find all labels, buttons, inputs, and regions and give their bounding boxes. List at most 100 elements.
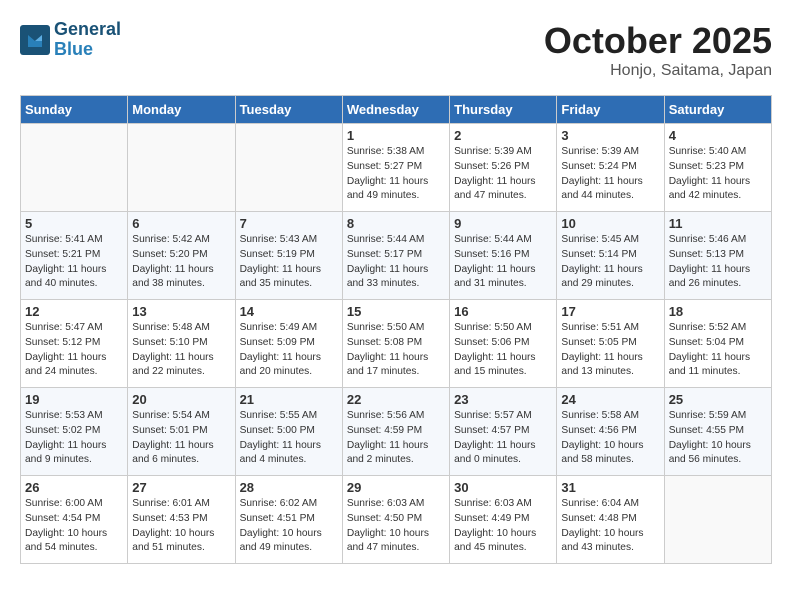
calendar-day-cell <box>21 124 128 212</box>
calendar-day-cell <box>664 476 771 564</box>
day-info: Sunrise: 5:38 AMSunset: 5:27 PMDaylight:… <box>347 145 445 204</box>
calendar-day-cell: 17 Sunrise: 5:51 AMSunset: 5:05 PMDayligh… <box>557 300 664 388</box>
day-info: Sunrise: 5:48 AMSunset: 5:10 PMDaylight:… <box>132 321 230 380</box>
day-info: Sunrise: 6:03 AMSunset: 4:50 PMDaylight:… <box>347 497 445 556</box>
calendar-day-cell: 24 Sunrise: 5:58 AMSunset: 4:56 PMDayligh… <box>557 388 664 476</box>
day-number: 26 <box>25 480 123 495</box>
month-title: October 2025 <box>544 20 772 62</box>
day-number: 30 <box>454 480 552 495</box>
day-info: Sunrise: 6:01 AMSunset: 4:53 PMDaylight:… <box>132 497 230 556</box>
day-number: 2 <box>454 128 552 143</box>
calendar-day-cell: 4 Sunrise: 5:40 AMSunset: 5:23 PMDaylight… <box>664 124 771 212</box>
weekday-header: Sunday <box>21 96 128 124</box>
day-number: 16 <box>454 304 552 319</box>
calendar-day-cell <box>128 124 235 212</box>
day-number: 28 <box>240 480 338 495</box>
calendar-day-cell: 16 Sunrise: 5:50 AMSunset: 5:06 PMDayligh… <box>450 300 557 388</box>
day-info: Sunrise: 5:55 AMSunset: 5:00 PMDaylight:… <box>240 409 338 468</box>
day-number: 21 <box>240 392 338 407</box>
calendar-day-cell: 21 Sunrise: 5:55 AMSunset: 5:00 PMDayligh… <box>235 388 342 476</box>
day-number: 27 <box>132 480 230 495</box>
calendar-day-cell: 1 Sunrise: 5:38 AMSunset: 5:27 PMDaylight… <box>342 124 449 212</box>
day-number: 18 <box>669 304 767 319</box>
day-info: Sunrise: 5:52 AMSunset: 5:04 PMDaylight:… <box>669 321 767 380</box>
calendar-day-cell: 6Sunrise: 5:42 AMSunset: 5:20 PMDaylight… <box>128 212 235 300</box>
weekday-header: Thursday <box>450 96 557 124</box>
weekday-header: Friday <box>557 96 664 124</box>
calendar-week-row: 1 Sunrise: 5:38 AMSunset: 5:27 PMDaylight… <box>21 124 772 212</box>
day-number: 12 <box>25 304 123 319</box>
day-number: 11 <box>669 216 767 231</box>
calendar-day-cell: 26 Sunrise: 6:00 AMSunset: 4:54 PMDayligh… <box>21 476 128 564</box>
day-info: Sunrise: 5:54 AMSunset: 5:01 PMDaylight:… <box>132 409 230 468</box>
day-number: 17 <box>561 304 659 319</box>
day-number: 13 <box>132 304 230 319</box>
day-info: Sunrise: 5:40 AMSunset: 5:23 PMDaylight:… <box>669 145 767 204</box>
day-number: 23 <box>454 392 552 407</box>
calendar-week-row: 12 Sunrise: 5:47 AMSunset: 5:12 PMDayligh… <box>21 300 772 388</box>
weekday-header: Wednesday <box>342 96 449 124</box>
day-info: Sunrise: 5:44 AMSunset: 5:17 PMDaylight:… <box>347 233 445 292</box>
day-info: Sunrise: 6:03 AMSunset: 4:49 PMDaylight:… <box>454 497 552 556</box>
calendar-day-cell <box>235 124 342 212</box>
day-number: 1 <box>347 128 445 143</box>
day-number: 7 <box>240 216 338 231</box>
calendar-week-row: 19Sunrise: 5:53 AMSunset: 5:02 PMDayligh… <box>21 388 772 476</box>
day-info: Sunrise: 5:39 AMSunset: 5:24 PMDaylight:… <box>561 145 659 204</box>
weekday-header: Tuesday <box>235 96 342 124</box>
day-info: Sunrise: 5:42 AMSunset: 5:20 PMDaylight:… <box>132 233 230 292</box>
calendar-day-cell: 8 Sunrise: 5:44 AMSunset: 5:17 PMDaylight… <box>342 212 449 300</box>
calendar-day-cell: 13 Sunrise: 5:48 AMSunset: 5:10 PMDayligh… <box>128 300 235 388</box>
day-info: Sunrise: 5:43 AMSunset: 5:19 PMDaylight:… <box>240 233 338 292</box>
calendar-day-cell: 18 Sunrise: 5:52 AMSunset: 5:04 PMDayligh… <box>664 300 771 388</box>
weekday-header: Monday <box>128 96 235 124</box>
logo: General Blue <box>20 20 121 60</box>
calendar-day-cell: 30 Sunrise: 6:03 AMSunset: 4:49 PMDayligh… <box>450 476 557 564</box>
calendar-day-cell: 10 Sunrise: 5:45 AMSunset: 5:14 PMDayligh… <box>557 212 664 300</box>
calendar-header-row: SundayMondayTuesdayWednesdayThursdayFrid… <box>21 96 772 124</box>
calendar-table: SundayMondayTuesdayWednesdayThursdayFrid… <box>20 95 772 564</box>
calendar-day-cell: 5 Sunrise: 5:41 AMSunset: 5:21 PMDaylight… <box>21 212 128 300</box>
day-number: 9 <box>454 216 552 231</box>
day-number: 8 <box>347 216 445 231</box>
day-number: 15 <box>347 304 445 319</box>
day-info: Sunrise: 5:58 AMSunset: 4:56 PMDaylight:… <box>561 409 659 468</box>
day-info: Sunrise: 6:02 AMSunset: 4:51 PMDaylight:… <box>240 497 338 556</box>
day-info: Sunrise: 5:46 AMSunset: 5:13 PMDaylight:… <box>669 233 767 292</box>
day-info: Sunrise: 5:53 AMSunset: 5:02 PMDaylight:… <box>25 409 123 468</box>
logo-icon <box>20 25 50 55</box>
day-number: 14 <box>240 304 338 319</box>
calendar-day-cell: 12 Sunrise: 5:47 AMSunset: 5:12 PMDayligh… <box>21 300 128 388</box>
day-info: Sunrise: 5:50 AMSunset: 5:08 PMDaylight:… <box>347 321 445 380</box>
day-info: Sunrise: 6:00 AMSunset: 4:54 PMDaylight:… <box>25 497 123 556</box>
calendar-day-cell: 20 Sunrise: 5:54 AMSunset: 5:01 PMDayligh… <box>128 388 235 476</box>
calendar-week-row: 26 Sunrise: 6:00 AMSunset: 4:54 PMDayligh… <box>21 476 772 564</box>
calendar-day-cell: 28 Sunrise: 6:02 AMSunset: 4:51 PMDayligh… <box>235 476 342 564</box>
calendar-day-cell: 11 Sunrise: 5:46 AMSunset: 5:13 PMDayligh… <box>664 212 771 300</box>
calendar-day-cell: 7 Sunrise: 5:43 AMSunset: 5:19 PMDaylight… <box>235 212 342 300</box>
day-info: Sunrise: 5:50 AMSunset: 5:06 PMDaylight:… <box>454 321 552 380</box>
day-number: 25 <box>669 392 767 407</box>
day-info: Sunrise: 5:47 AMSunset: 5:12 PMDaylight:… <box>25 321 123 380</box>
day-number: 10 <box>561 216 659 231</box>
day-info: Sunrise: 5:56 AMSunset: 4:59 PMDaylight:… <box>347 409 445 468</box>
day-info: Sunrise: 5:44 AMSunset: 5:16 PMDaylight:… <box>454 233 552 292</box>
day-info: Sunrise: 6:04 AMSunset: 4:48 PMDaylight:… <box>561 497 659 556</box>
day-number: 24 <box>561 392 659 407</box>
day-info: Sunrise: 5:51 AMSunset: 5:05 PMDaylight:… <box>561 321 659 380</box>
location-subtitle: Honjo, Saitama, Japan <box>544 62 772 80</box>
calendar-day-cell: 23Sunrise: 5:57 AMSunset: 4:57 PMDayligh… <box>450 388 557 476</box>
calendar-day-cell: 19Sunrise: 5:53 AMSunset: 5:02 PMDayligh… <box>21 388 128 476</box>
day-number: 5 <box>25 216 123 231</box>
day-info: Sunrise: 5:45 AMSunset: 5:14 PMDaylight:… <box>561 233 659 292</box>
day-number: 4 <box>669 128 767 143</box>
day-number: 31 <box>561 480 659 495</box>
day-info: Sunrise: 5:41 AMSunset: 5:21 PMDaylight:… <box>25 233 123 292</box>
day-number: 22 <box>347 392 445 407</box>
calendar-week-row: 5 Sunrise: 5:41 AMSunset: 5:21 PMDaylight… <box>21 212 772 300</box>
calendar-day-cell: 25Sunrise: 5:59 AMSunset: 4:55 PMDayligh… <box>664 388 771 476</box>
day-number: 29 <box>347 480 445 495</box>
page-header: General Blue October 2025 Honjo, Saitama… <box>20 20 772 80</box>
calendar-day-cell: 27 Sunrise: 6:01 AMSunset: 4:53 PMDayligh… <box>128 476 235 564</box>
day-number: 20 <box>132 392 230 407</box>
